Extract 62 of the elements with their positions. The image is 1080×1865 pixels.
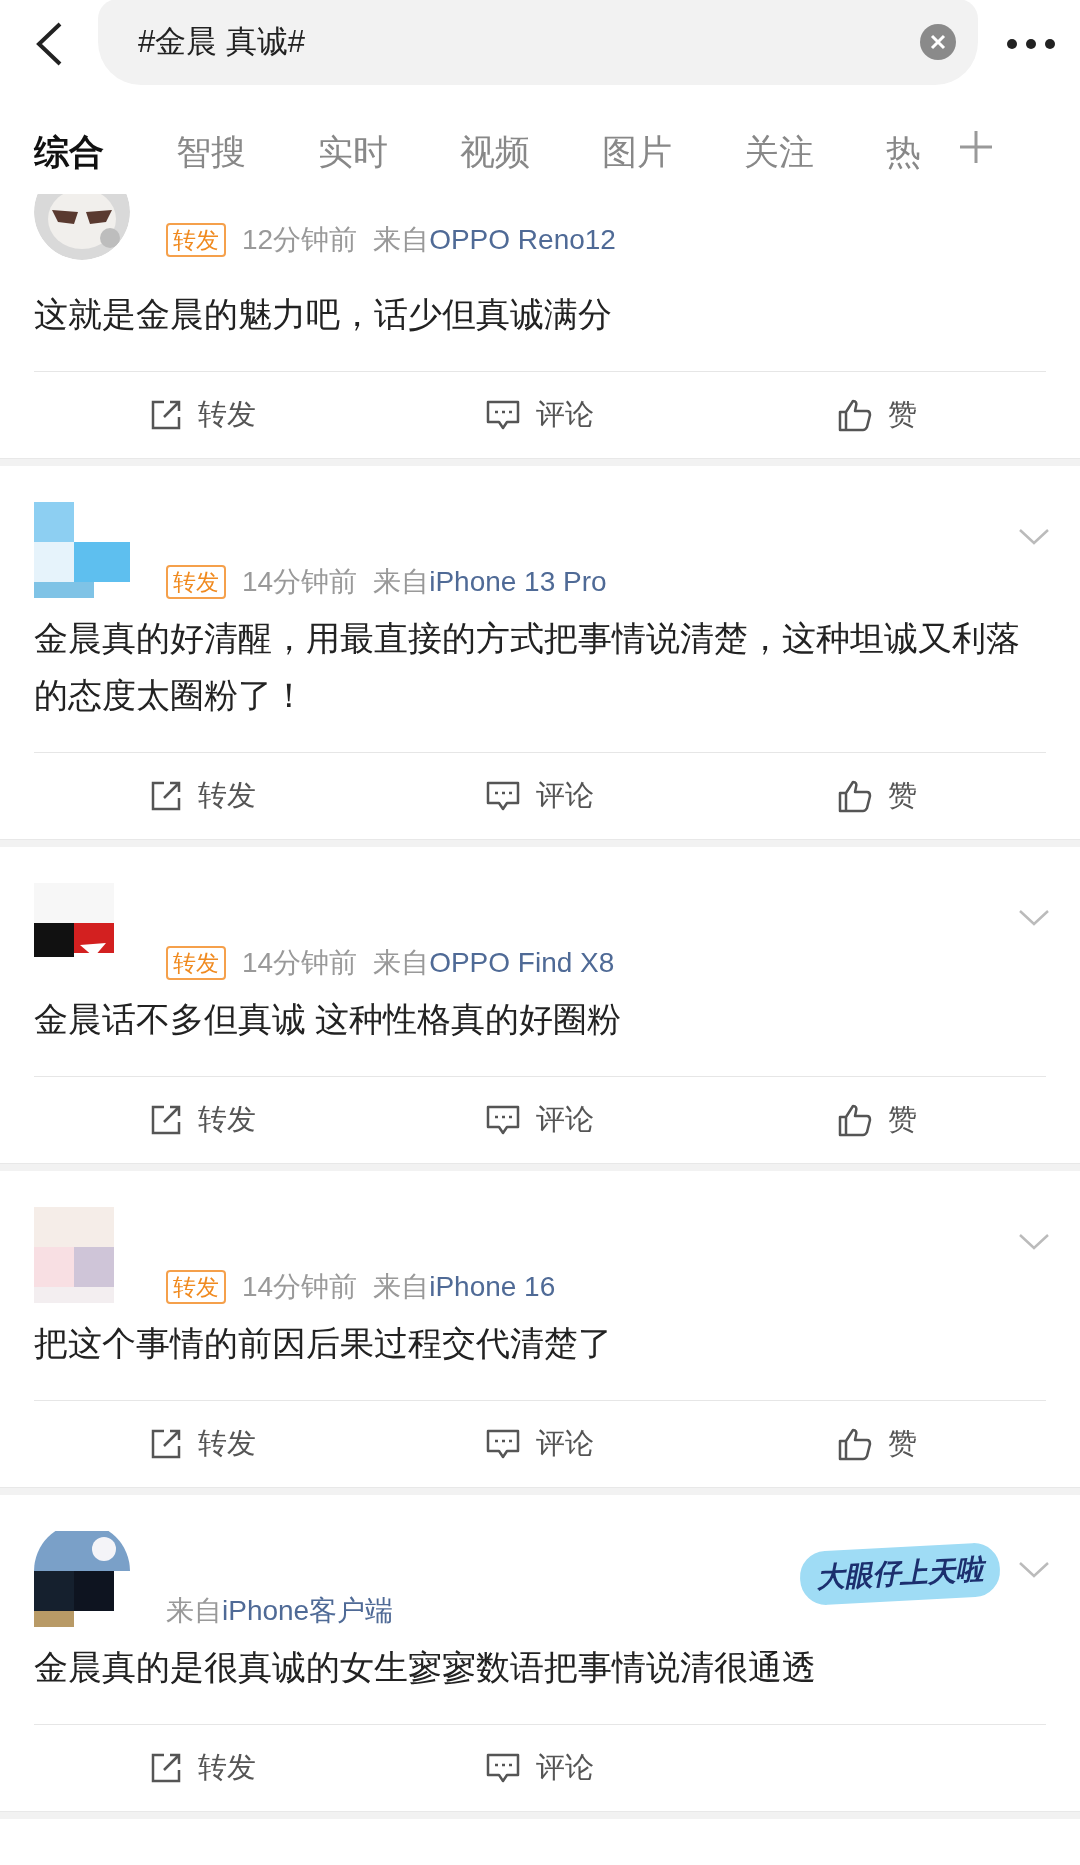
thumbs-up-icon <box>837 1103 872 1137</box>
comment-icon <box>486 1428 520 1460</box>
post-text: 这就是金晨的魅力吧，话少但真诚满分 <box>34 294 613 335</box>
repost-tag: 转发 <box>166 1270 226 1304</box>
chevron-down-icon[interactable] <box>1018 528 1050 546</box>
repost-tag: 转发 <box>166 946 226 980</box>
action-button[interactable]: 赞 <box>708 1077 1046 1163</box>
tab[interactable]: 热 <box>886 126 921 189</box>
post-source: 来自OPPO Reno12 <box>373 223 616 257</box>
comment-icon <box>486 399 520 431</box>
repost-tag: 转发 <box>166 565 226 599</box>
action-button[interactable]: 赞 <box>708 372 1046 458</box>
share-icon <box>149 399 182 431</box>
action-button[interactable]: 评论 <box>371 1401 709 1487</box>
post-source: 来自 iPhone客户端 <box>166 1594 394 1628</box>
comment-icon <box>486 780 520 812</box>
chevron-down-icon[interactable] <box>1018 1233 1050 1251</box>
search-field[interactable]: #金晨 真诚# <box>98 0 978 85</box>
action-button[interactable]: 赞 <box>708 1401 1046 1487</box>
back-icon[interactable] <box>34 21 64 67</box>
post-text: 金晨真的是很真诚的女生寥寥数语把事情说清很通透 <box>34 1647 817 1688</box>
action-button[interactable]: 转发 <box>34 1077 372 1163</box>
post-time: 14分钟前 <box>242 946 358 980</box>
thumbs-up-icon <box>837 398 872 432</box>
tab[interactable]: 视频 <box>460 126 530 189</box>
action-button[interactable]: 赞 <box>708 753 1046 839</box>
post-time: 14分钟前 <box>242 565 358 599</box>
action-button[interactable]: 评论 <box>371 372 709 458</box>
thumbs-up-icon <box>837 1427 872 1461</box>
add-icon[interactable] <box>959 130 993 164</box>
action-button[interactable]: 评论 <box>371 753 709 839</box>
share-icon <box>149 1428 182 1460</box>
tab[interactable]: 实时 <box>318 126 388 189</box>
action-button[interactable]: 评论 <box>371 1725 709 1811</box>
post-text: 把这个事情的前因后果过程交代清楚了 <box>34 1323 613 1364</box>
tab[interactable]: 图片 <box>602 126 672 189</box>
action-button[interactable]: 转发 <box>34 372 372 458</box>
chevron-down-icon[interactable] <box>1018 909 1050 927</box>
post-time: 14分钟前 <box>242 1270 358 1304</box>
action-button[interactable]: 转发 <box>34 1725 372 1811</box>
share-icon <box>149 1104 182 1136</box>
post-text: 金晨话不多但真诚 这种性格真的好圈粉 <box>34 999 623 1040</box>
repost-tag: 转发 <box>166 223 226 257</box>
post-source: 来自 iPhone 13 Pro <box>373 565 607 599</box>
share-icon <box>149 1752 182 1784</box>
tab[interactable]: 关注 <box>744 126 814 189</box>
thumbs-up-icon <box>837 779 872 813</box>
chevron-down-icon[interactable] <box>1018 1561 1050 1579</box>
post-source: 来自 iPhone 16 <box>373 1270 556 1304</box>
post-time: 12分钟前 <box>242 223 358 257</box>
action-button[interactable]: 评论 <box>371 1077 709 1163</box>
action-button[interactable]: 转发 <box>34 1401 372 1487</box>
search-query: #金晨 真诚# <box>138 22 307 61</box>
share-icon <box>149 780 182 812</box>
clear-icon[interactable] <box>920 24 956 60</box>
comment-icon <box>486 1104 520 1136</box>
action-button[interactable]: 转发 <box>34 753 372 839</box>
comment-icon <box>486 1752 520 1784</box>
post-source: 来自OPPO Find X8 <box>373 946 615 980</box>
more-icon[interactable] <box>1006 38 1056 50</box>
tab[interactable]: 智搜 <box>176 126 246 189</box>
post-text: 金晨真的好清醒，用最直接的方式把事情说清楚，这种坦诚又利落的态度太圈粉了！ <box>34 618 1021 716</box>
